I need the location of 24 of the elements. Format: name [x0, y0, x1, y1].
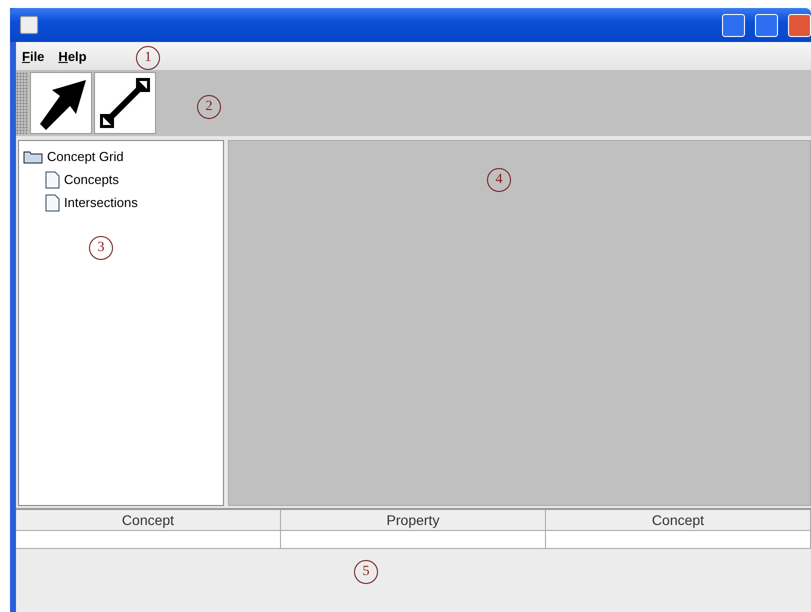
document-icon — [45, 170, 60, 188]
callout-number: 3 — [89, 236, 113, 260]
callout-number: 4 — [487, 168, 511, 192]
callout-number: 5 — [354, 560, 378, 584]
callout-number: 1 — [136, 46, 160, 70]
column-header[interactable]: Property — [281, 510, 546, 531]
tree-item[interactable]: Concepts — [64, 172, 119, 187]
app-icon — [20, 16, 38, 34]
tool-button[interactable] — [94, 72, 156, 134]
tree-item[interactable]: Concept Grid — [47, 149, 124, 164]
menu-item[interactable]: Help — [58, 48, 87, 64]
document-icon — [45, 194, 60, 212]
minimize-button[interactable] — [722, 14, 745, 36]
column-header[interactable]: Concept — [16, 510, 281, 531]
maximize-button[interactable] — [755, 14, 778, 36]
tree-item[interactable]: Intersections — [64, 195, 138, 210]
folder-icon — [23, 150, 43, 164]
connector-icon — [98, 76, 152, 130]
menu-item[interactable]: File — [22, 48, 44, 64]
tool-button[interactable] — [30, 72, 92, 134]
toolbar-grip[interactable] — [16, 72, 28, 134]
column-header[interactable]: Concept — [546, 510, 811, 531]
close-button[interactable] — [788, 14, 811, 36]
callout-number: 2 — [197, 95, 221, 119]
